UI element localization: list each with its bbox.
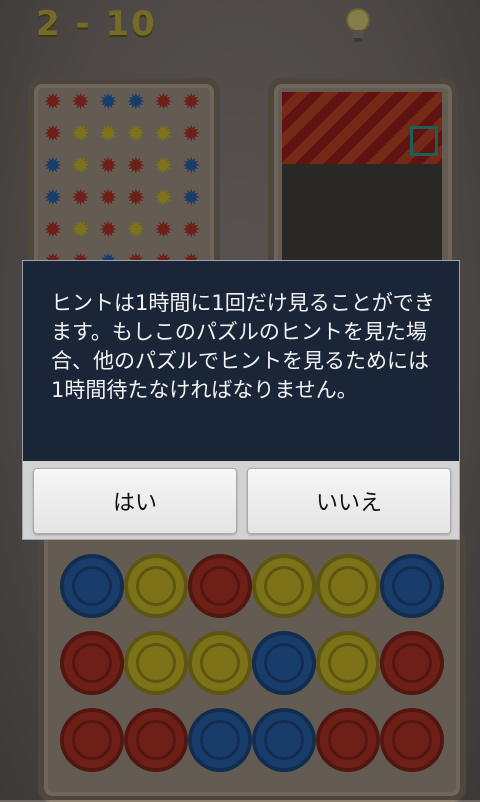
yes-button[interactable]: はい [33, 468, 237, 534]
hint-confirm-dialog: ヒントは1時間に1回だけ見ることができます。もしこのパズルのヒントを見た場合、他… [22, 260, 460, 540]
dialog-button-bar: はい いいえ [23, 461, 459, 539]
dialog-message: ヒントは1時間に1回だけ見ることができます。もしこのパズルのヒントを見た場合、他… [51, 291, 435, 402]
no-button[interactable]: いいえ [247, 468, 451, 534]
